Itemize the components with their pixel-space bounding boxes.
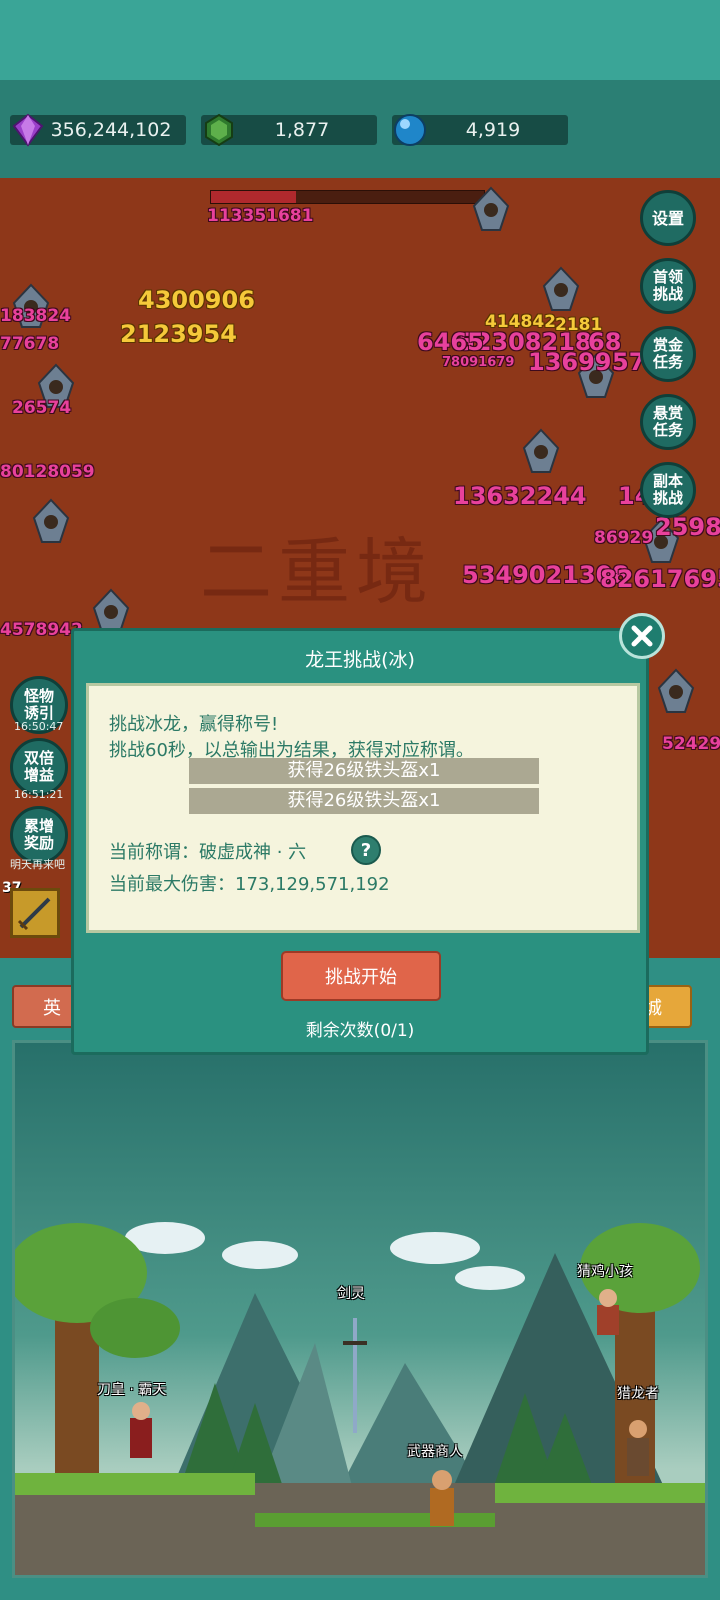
blue-orb-icon [394,114,426,146]
monster [522,428,560,473]
diamond-counter: 356,244,102 [10,113,186,147]
green-gem-icon [205,113,233,147]
npc-chicken-kid[interactable]: 猜鸡小孩 [577,1261,633,1281]
help-button[interactable]: ? [351,835,381,865]
monster [657,668,695,713]
forest-mountain-backdrop [15,1222,705,1575]
current-title-line: 当前称谓：破虚成神 · 六 [109,842,307,863]
tab-heroes-label: 英 [43,997,61,1019]
reward-item: 获得26级铁头盔x1 [189,788,539,814]
double-gain-timer: 16:51:21 [14,788,64,801]
realm-watermark: 二重境 [200,530,435,614]
damage-number: 80128059 [0,462,95,482]
damage-number: 414842 [485,312,556,332]
damage-number: 86929 [594,528,654,548]
npc-weapon-merchant[interactable]: 武器商人 [407,1441,463,1461]
reward-bounty-label: 悬赏 任务 [652,404,683,439]
boss-hp-bar [210,190,485,204]
monster [542,266,580,311]
reward-bounty-button[interactable]: 悬赏 任务 [640,394,696,450]
close-icon [631,625,653,647]
orb-counter: 4,919 [392,114,568,146]
damage-number: 52429 [662,734,720,754]
monster [472,186,510,231]
boss-challenge-label: 首领 挑战 [652,268,683,303]
settings-label: 设置 [651,208,684,228]
npc-sword-spirit[interactable]: 剑灵 [337,1283,365,1303]
purple-gem-icon [12,113,44,147]
damage-number: 2181 [555,315,603,335]
sword-skill-slot[interactable] [10,888,60,938]
damage-number: 6465 [417,328,484,356]
damage-number: 77678 [0,334,60,354]
damage-number: 113351681 [207,206,314,226]
damage-number: 82617695 [600,565,720,593]
close-button[interactable] [619,613,665,659]
status-band [0,0,720,80]
start-challenge-label: 挑战开始 [325,967,397,988]
emerald-counter: 1,877 [201,113,377,147]
cumulative-reward-note: 明天再来吧 [10,858,65,871]
settings-button[interactable]: 设置 [640,190,696,246]
double-gain-label: 双倍 增益 [23,749,54,784]
damage-number: 78091679 [442,355,515,370]
npc-dragon-hunter[interactable]: 猎龙者 [617,1383,659,1403]
dungeon-challenge-label: 副本 挑战 [652,472,683,507]
sword-icon [17,897,51,931]
dungeon-challenge-button[interactable]: 副本 挑战 [640,462,696,518]
damage-number: 13632244 [453,482,587,510]
gold-bounty-label: 赏金 任务 [652,336,683,371]
npc-blade-emperor[interactable]: 刀皇 · 霸天 [97,1379,166,1399]
damage-number: 183824 [0,306,71,326]
damage-number: 2123954 [120,320,237,348]
town-scene: 刀皇 · 霸天 剑灵 武器商人 猜鸡小孩 猎龙者 [12,1040,708,1578]
boss-challenge-button[interactable]: 首领 挑战 [640,258,696,314]
max-damage-line: 当前最大伤害：173,129,571,192 [109,874,390,895]
dialog-title: 龙王挑战(冰) [305,649,415,671]
cumulative-reward-label: 累增 奖励 [23,817,54,852]
challenge-info-panel: 挑战冰龙，赢得称号! 挑战60秒，以总输出为结果，获得对应称谓。 获得26级铁头… [86,683,640,933]
gold-bounty-button[interactable]: 赏金 任务 [640,326,696,382]
damage-number: 4300906 [138,286,255,314]
monster [32,498,70,543]
help-icon: ? [360,839,372,861]
monster-lure-timer: 16:50:47 [14,720,64,733]
reward-item: 获得26级铁头盔x1 [189,758,539,784]
damage-number: 26574 [12,398,72,418]
resource-bar: 356,244,102 1,877 4,919 [0,80,720,178]
start-challenge-button[interactable]: 挑战开始 [281,951,441,1001]
remaining-attempts: 剩余次数(0/1) [305,1021,415,1041]
monster-lure-label: 怪物 诱引 [23,687,54,722]
intro-line: 挑战冰龙，赢得称号! [109,714,279,735]
dragon-king-challenge-dialog: 龙王挑战(冰) 挑战冰龙，赢得称号! 挑战60秒，以总输出为结果，获得对应称谓。… [71,613,665,1055]
